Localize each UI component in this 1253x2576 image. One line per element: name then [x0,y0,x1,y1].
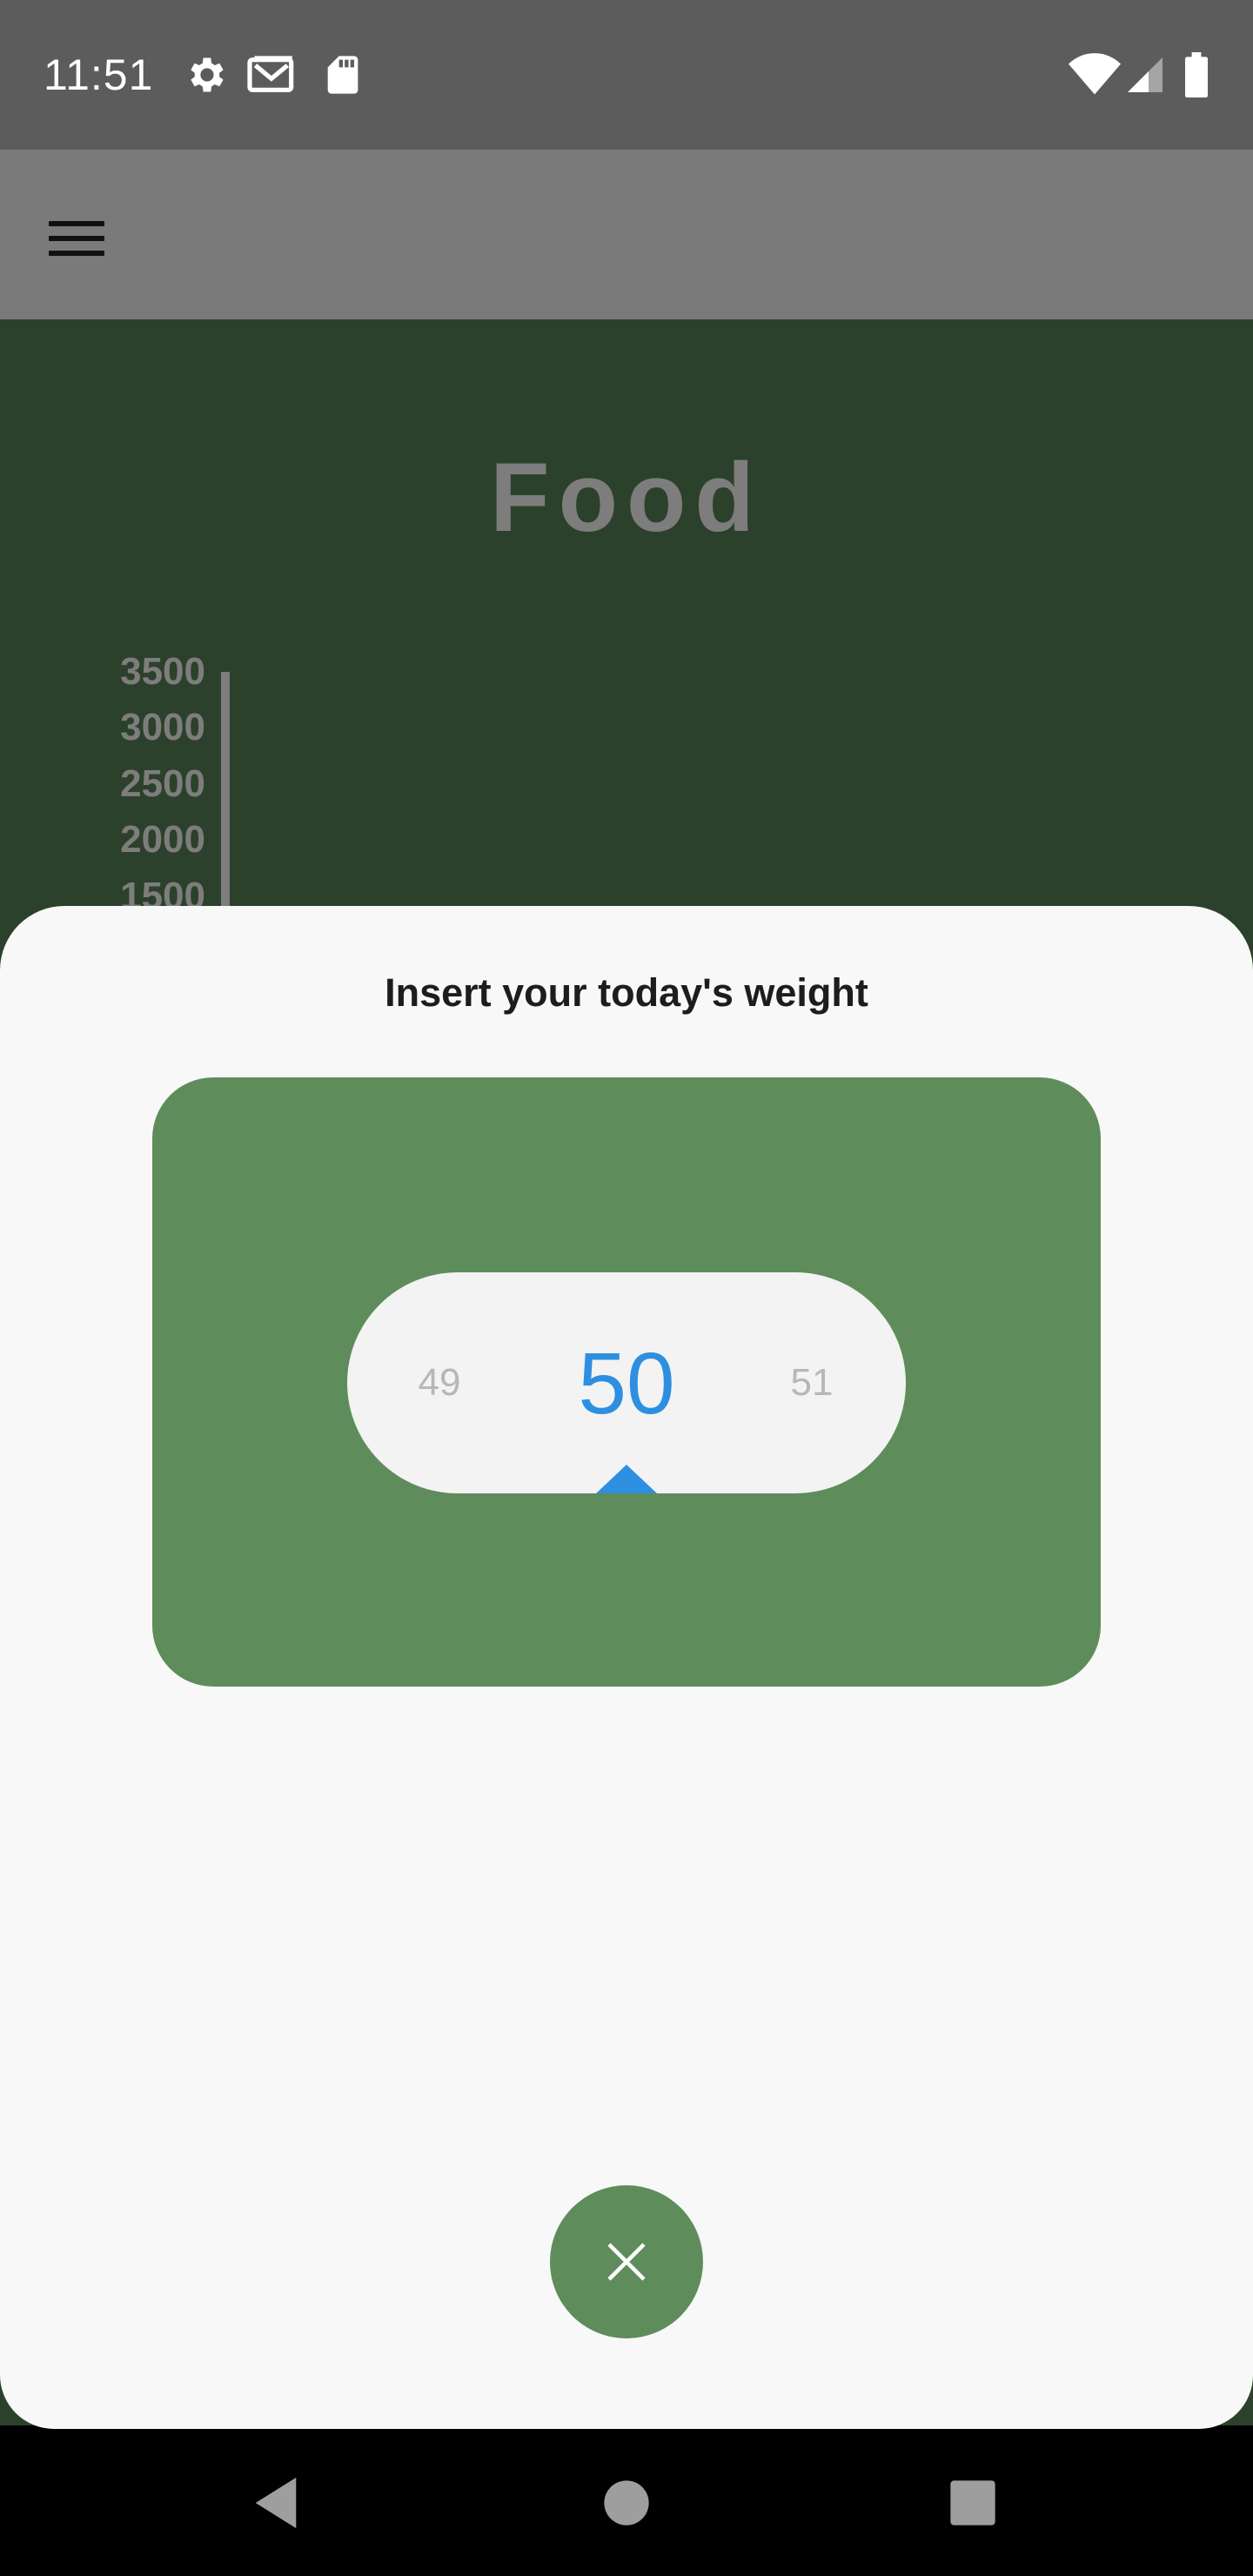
screen: 11:51 Food 3500 3000 2500 2000 1500 Inse… [0,0,1253,2576]
settings-icon [191,57,224,92]
picker-current-value[interactable]: 50 [539,1332,714,1436]
sheet-title: Insert your today's weight [385,970,868,1015]
back-icon [255,2477,297,2529]
cell-signal-icon [1128,57,1163,92]
wifi-icon [1069,53,1121,95]
sd-card-icon [327,56,358,94]
picker-next-value[interactable]: 51 [768,1352,855,1413]
close-button[interactable] [550,2185,703,2338]
battery-icon [1185,52,1208,97]
picker-previous-value[interactable]: 49 [396,1352,483,1413]
app-bar [0,150,1253,319]
back-button[interactable] [237,2464,315,2542]
chart-title: Food [490,443,763,552]
status-time: 11:51 [44,50,154,99]
weight-picker-card: 49 50 51 [152,1077,1101,1687]
close-icon [607,2243,646,2281]
picker-indicator-triangle-icon [596,1465,657,1493]
home-button[interactable] [587,2464,666,2542]
y-tick-label: 2000 [120,818,205,861]
gmail-icon [247,56,294,92]
home-icon [604,2480,649,2526]
weight-bottom-sheet: Insert your today's weight 49 50 51 [0,906,1253,2429]
y-tick-label: 3000 [120,706,205,748]
hamburger-menu-icon[interactable] [49,202,122,275]
recents-button[interactable] [934,2464,1012,2542]
system-nav-bar [0,2429,1253,2576]
y-tick-label: 3500 [120,650,205,693]
status-bar: 11:51 [0,0,1253,150]
recents-icon [950,2480,995,2526]
y-tick-label: 2500 [120,762,205,805]
weight-number-picker[interactable]: 49 50 51 [347,1272,906,1493]
